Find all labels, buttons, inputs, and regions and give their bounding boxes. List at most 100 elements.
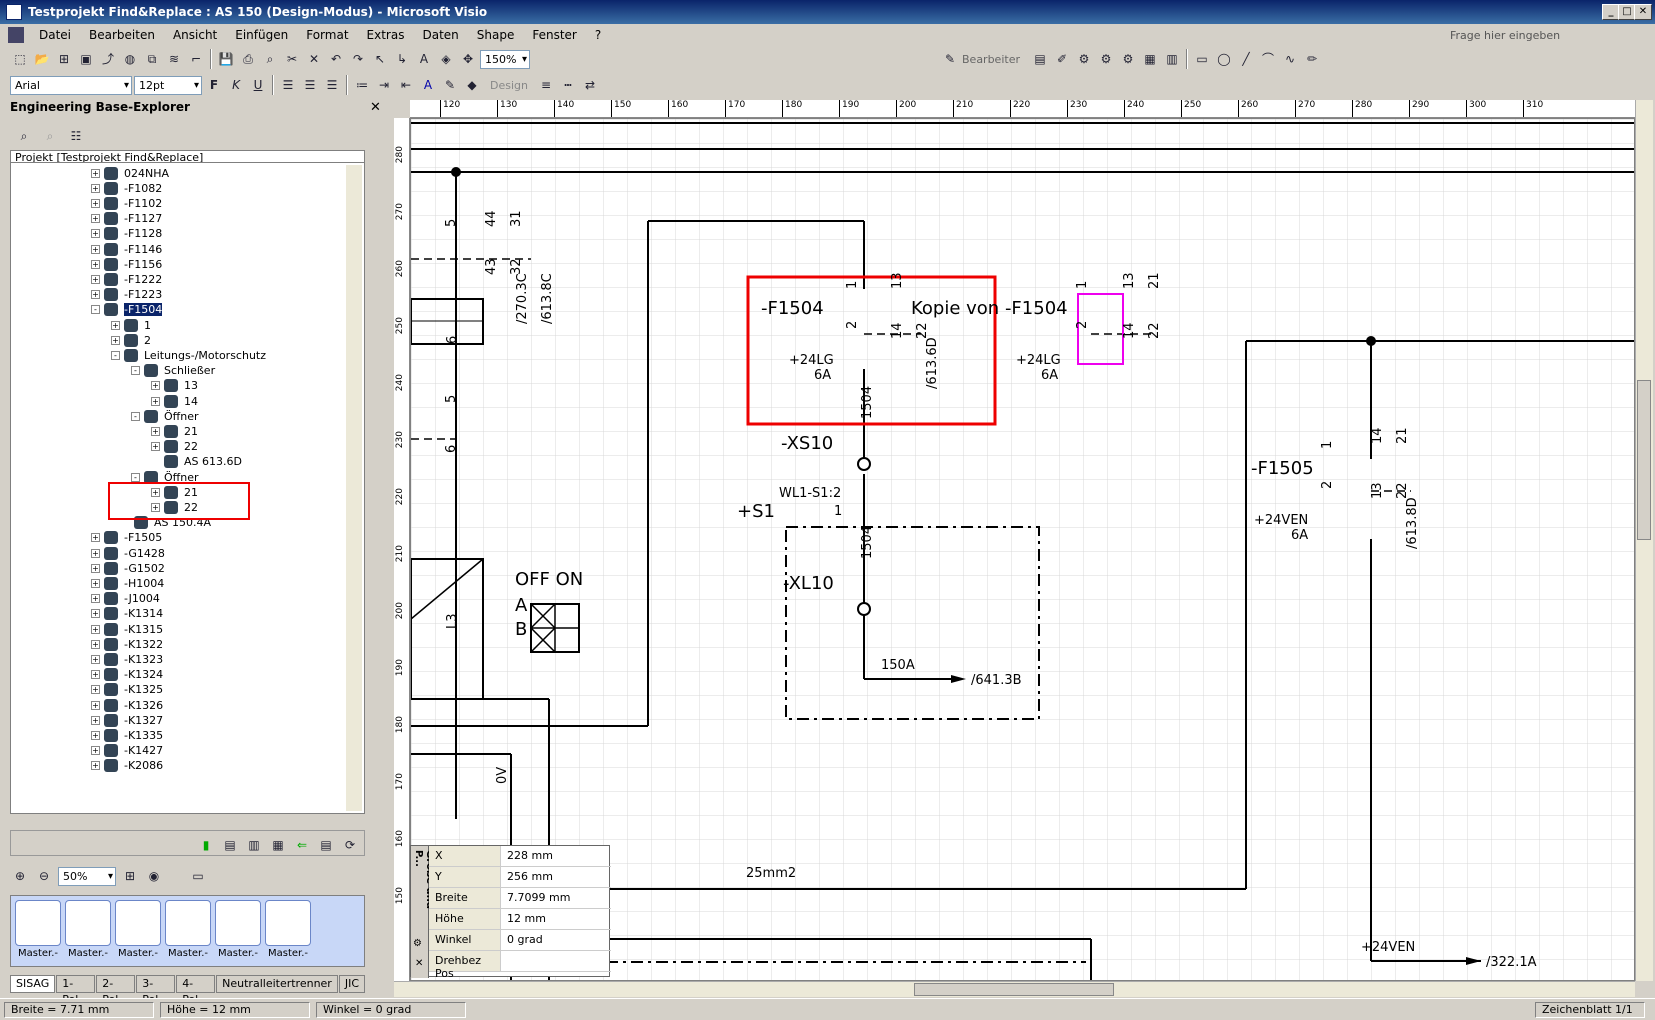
pencil-icon[interactable]: ✏ <box>1302 49 1322 69</box>
tree-node[interactable]: + -F1223 <box>91 287 162 303</box>
arc-icon[interactable]: ⌒ <box>1258 49 1278 69</box>
search-disabled-icon[interactable]: ⌕ <box>40 126 60 146</box>
prop-value-angle[interactable]: 0 grad <box>501 930 549 950</box>
line-color-icon[interactable]: ✎ <box>440 75 460 95</box>
close-icon[interactable]: ✕ <box>370 100 381 115</box>
expand-toggle-icon[interactable]: + <box>91 594 100 604</box>
line-icon[interactable]: ⌐ <box>186 49 206 69</box>
align-right-icon[interactable]: ☰ <box>322 75 342 95</box>
menu-shape[interactable]: Shape <box>468 28 524 42</box>
close-button[interactable]: ✕ <box>1634 4 1652 20</box>
menu-bearbeiten[interactable]: Bearbeiten <box>80 28 164 42</box>
tree-node[interactable]: + -K1315 <box>91 621 163 637</box>
books-icon[interactable]: ▥ <box>244 835 264 855</box>
expand-toggle-icon[interactable]: + <box>151 426 160 436</box>
expand-toggle-icon[interactable]: + <box>111 335 120 345</box>
tree-node[interactable]: + -K1427 <box>91 743 163 759</box>
tab-1-pol[interactable]: 1-Pol <box>56 975 96 1006</box>
font-combo[interactable]: Arial <box>10 75 132 95</box>
align-center-icon[interactable]: ☰ <box>300 75 320 95</box>
tree-node[interactable]: + -F1082 <box>91 180 162 196</box>
expand-toggle-icon[interactable]: + <box>91 730 100 740</box>
expand-toggle-icon[interactable]: + <box>91 168 100 178</box>
edit-icon[interactable]: ✎ <box>940 49 960 69</box>
tree-node[interactable]: AS 613.6D <box>151 454 242 470</box>
stencil-master-6[interactable] <box>265 900 311 946</box>
freeform-icon[interactable]: ∿ <box>1280 49 1300 69</box>
tree-node[interactable]: + -K1314 <box>91 606 163 622</box>
expand-toggle-icon[interactable]: + <box>151 396 160 406</box>
connector-tool-icon[interactable]: ↳ <box>392 49 412 69</box>
stencil-master-4[interactable] <box>165 900 211 946</box>
tab-3-pol[interactable]: 3-Pol <box>136 975 176 1006</box>
zoom-in-icon[interactable]: ⊕ <box>10 866 30 886</box>
indent-icon[interactable]: ⇥ <box>374 75 394 95</box>
tree-node[interactable]: + -G1428 <box>91 545 165 561</box>
print-preview-icon[interactable]: ⌕ <box>260 49 280 69</box>
stencil-master-1[interactable] <box>15 900 61 946</box>
line-draw-icon[interactable]: ╱ <box>1236 49 1256 69</box>
open-icon[interactable]: 📂 <box>32 49 52 69</box>
text-tool-icon[interactable]: A <box>414 49 434 69</box>
expand-toggle-icon[interactable]: + <box>91 214 100 224</box>
disk-icon[interactable]: ◉ <box>144 866 164 886</box>
line-weight-icon[interactable]: ≡ <box>536 75 556 95</box>
tree-node[interactable]: + -F1505 <box>91 530 162 546</box>
gear3-icon[interactable]: ⚙ <box>1118 49 1138 69</box>
layer-icon[interactable]: ≋ <box>164 49 184 69</box>
tree-node[interactable]: + -K1326 <box>91 697 163 713</box>
expand-toggle-icon[interactable]: - <box>131 411 140 421</box>
menu-extras[interactable]: Extras <box>358 28 414 42</box>
report-icon[interactable]: ▦ <box>1140 49 1160 69</box>
menu-ansicht[interactable]: Ansicht <box>164 28 226 42</box>
stencil-master-2[interactable] <box>65 900 111 946</box>
help-search-input[interactable]: Frage hier eingeben <box>1450 29 1560 42</box>
expand-toggle-icon[interactable]: + <box>91 563 100 573</box>
menu-daten[interactable]: Daten <box>413 28 467 42</box>
tree-node[interactable]: + -K1322 <box>91 636 163 652</box>
bold-button[interactable]: F <box>204 75 224 95</box>
stencil-zoom-combo[interactable]: 50% <box>58 866 116 886</box>
expand-toggle-icon[interactable]: + <box>91 198 100 208</box>
drawing-horizontal-scrollbar[interactable] <box>394 981 1635 997</box>
italic-button[interactable]: K <box>226 75 246 95</box>
expand-toggle-icon[interactable]: + <box>91 290 100 300</box>
pan-icon[interactable]: ✥ <box>458 49 478 69</box>
expand-toggle-icon[interactable]: + <box>91 548 100 558</box>
tree-node[interactable]: + -F1156 <box>91 256 162 272</box>
expand-toggle-icon[interactable]: + <box>91 715 100 725</box>
green-icon[interactable]: ▮ <box>196 835 216 855</box>
expand-toggle-icon[interactable]: - <box>111 350 120 360</box>
tree-node[interactable]: + -K1325 <box>91 682 163 698</box>
expand-toggle-icon[interactable]: + <box>91 746 100 756</box>
tab-4-pol[interactable]: 4-Pol <box>176 975 216 1006</box>
tree-node[interactable]: + -G1502 <box>91 560 165 576</box>
search-icon[interactable]: ⌕ <box>14 126 34 146</box>
expand-toggle-icon[interactable]: + <box>91 259 100 269</box>
tree-node[interactable]: +22 <box>151 439 198 455</box>
tree-node[interactable]: + -K1327 <box>91 712 163 728</box>
tree-node[interactable]: - -F1504 <box>91 302 163 318</box>
folder-icon[interactable]: ▤ <box>1030 49 1050 69</box>
underline-button[interactable]: U <box>248 75 268 95</box>
save-icon[interactable]: 💾 <box>216 49 236 69</box>
tree-node[interactable]: +1 <box>111 317 151 333</box>
expand-toggle-icon[interactable]: + <box>91 183 100 193</box>
zoom-out-icon[interactable]: ⊖ <box>34 866 54 886</box>
props-settings-icon[interactable]: ⚙ <box>413 938 422 949</box>
expand-toggle-icon[interactable]: + <box>151 381 160 391</box>
props-close-icon[interactable]: ✕ <box>415 958 423 969</box>
menu-datei[interactable]: Datei <box>30 28 80 42</box>
shape-icon[interactable]: ▣ <box>76 49 96 69</box>
stencil-master-3[interactable] <box>115 900 161 946</box>
expand-toggle-icon[interactable]: + <box>91 639 100 649</box>
snap-icon[interactable]: ◈ <box>436 49 456 69</box>
expand-toggle-icon[interactable]: - <box>131 366 140 376</box>
tree-node[interactable]: +13 <box>151 378 198 394</box>
cut-icon[interactable]: ✂ <box>282 49 302 69</box>
copy-icon[interactable]: ⧉ <box>142 49 162 69</box>
tree-icon[interactable]: ⊞ <box>54 49 74 69</box>
menu-fenster[interactable]: Fenster <box>523 28 586 42</box>
stencil-master-5[interactable] <box>215 900 261 946</box>
ellipse-icon[interactable]: ◯ <box>1214 49 1234 69</box>
